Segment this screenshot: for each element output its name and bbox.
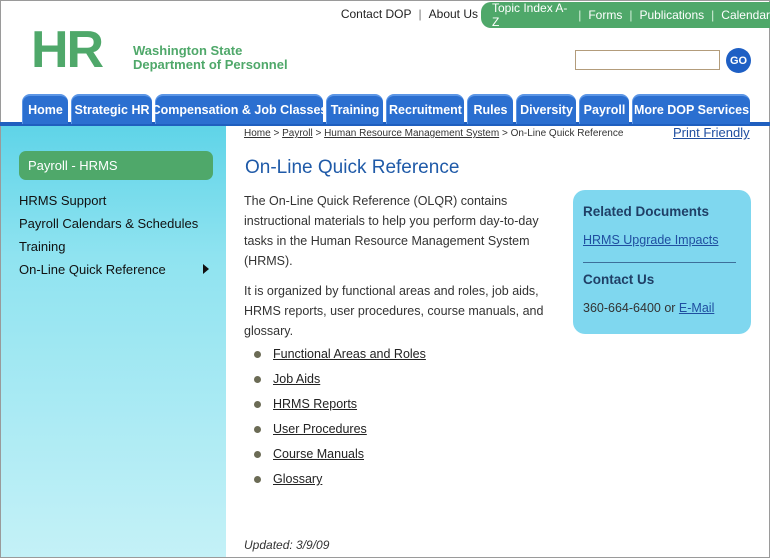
contact-phone: 360-664-6400 or	[583, 301, 676, 315]
main-nav: Home Strategic HR Compensation & Job Cla…	[0, 92, 770, 126]
contact-us-heading: Contact Us	[583, 272, 655, 287]
search-input[interactable]	[575, 50, 720, 70]
sidebar-item-olqr[interactable]: On-Line Quick Reference	[19, 262, 166, 277]
breadcrumb-home[interactable]: Home	[244, 128, 271, 139]
list-item: Course Manuals	[254, 444, 484, 464]
divider	[583, 262, 736, 263]
glossary-link[interactable]: Glossary	[273, 472, 322, 486]
list-item: HRMS Reports	[254, 394, 484, 414]
contact-info: 360-664-6400 or E-Mail	[583, 301, 714, 315]
breadcrumb-sep: >	[273, 128, 280, 139]
breadcrumb-payroll[interactable]: Payroll	[282, 128, 313, 139]
print-friendly-link[interactable]: Print Friendly	[673, 125, 750, 140]
sidebar-item-hrms-support[interactable]: HRMS Support	[19, 193, 106, 208]
separator: |	[578, 8, 582, 22]
about-us-link[interactable]: About Us	[429, 7, 478, 21]
nav-tab-payroll[interactable]: Payroll	[579, 94, 629, 124]
logo-text: Washington State Department of Personnel	[133, 44, 288, 72]
bullet-icon	[254, 375, 261, 383]
organization-paragraph: It is organized by functional areas and …	[244, 284, 544, 338]
hrms-upgrade-impacts-link[interactable]: HRMS Upgrade Impacts	[583, 233, 718, 247]
list-item: Job Aids	[254, 369, 484, 389]
contact-dop-link[interactable]: Contact DOP	[341, 7, 412, 21]
sidebar-heading-payroll-hrms[interactable]: Payroll - HRMS	[19, 151, 213, 180]
intro-paragraph: The On-Line Quick Reference (OLQR) conta…	[244, 194, 539, 268]
logo-line-1: Washington State	[133, 43, 243, 58]
bullet-icon	[254, 350, 261, 358]
arrow-right-icon	[203, 264, 209, 274]
page-title: On-Line Quick Reference	[245, 157, 460, 178]
breadcrumb: Home > Payroll > Human Resource Manageme…	[244, 128, 623, 139]
hr-logo[interactable]: HR Washington State Department of Person…	[31, 21, 291, 80]
course-manuals-link[interactable]: Course Manuals	[273, 447, 364, 461]
list-item: Glossary	[254, 469, 484, 489]
breadcrumb-sep: >	[501, 128, 508, 139]
nav-tab-compensation[interactable]: Compensation & Job Classes	[152, 94, 327, 124]
sidebar-item-training[interactable]: Training	[19, 239, 65, 254]
publications-link[interactable]: Publications	[639, 8, 704, 22]
search-go-button[interactable]: GO	[726, 48, 751, 73]
bullet-icon	[254, 425, 261, 433]
separator: |	[418, 7, 422, 21]
email-link[interactable]: E-Mail	[679, 301, 714, 315]
separator: |	[629, 8, 633, 22]
nav-tab-strategic-hr[interactable]: Strategic HR	[71, 94, 152, 124]
logo-mark: HR	[31, 21, 104, 79]
nav-tab-rules[interactable]: Rules	[467, 94, 513, 124]
logo-line-2: Department of Personnel	[133, 57, 288, 72]
bullet-icon	[254, 450, 261, 458]
nav-tab-more-services[interactable]: More DOP Services	[632, 94, 750, 124]
list-item: Functional Areas and Roles	[254, 344, 484, 364]
bullet-icon	[254, 475, 261, 483]
hrms-reports-link[interactable]: HRMS Reports	[273, 397, 357, 411]
updated-date: Updated: 3/9/09	[244, 538, 330, 552]
nav-tab-recruitment[interactable]: Recruitment	[386, 94, 464, 124]
sidebar-item-payroll-calendars[interactable]: Payroll Calendars & Schedules	[19, 216, 198, 231]
breadcrumb-hrms[interactable]: Human Resource Management System	[324, 128, 499, 139]
utility-nav-left: Contact DOP | About Us	[341, 7, 478, 21]
bullet-icon	[254, 400, 261, 408]
breadcrumb-current: On-Line Quick Reference	[510, 128, 624, 139]
separator: |	[711, 8, 715, 22]
sidebar: Payroll - HRMS HRMS Support Payroll Cale…	[1, 126, 226, 557]
topic-index-link[interactable]: Topic Index A-Z	[492, 1, 571, 29]
nav-tab-home[interactable]: Home	[22, 94, 68, 124]
list-item: User Procedures	[254, 419, 484, 439]
related-documents-box: Related Documents HRMS Upgrade Impacts C…	[573, 190, 751, 334]
nav-tab-diversity[interactable]: Diversity	[516, 94, 576, 124]
calendar-link[interactable]: Calendar	[721, 8, 770, 22]
related-documents-heading: Related Documents	[583, 204, 710, 219]
forms-link[interactable]: Forms	[588, 8, 622, 22]
breadcrumb-sep: >	[315, 128, 322, 139]
user-procedures-link[interactable]: User Procedures	[273, 422, 367, 436]
nav-tab-training[interactable]: Training	[326, 94, 383, 124]
utility-nav-right: Topic Index A-Z | Forms | Publications |…	[481, 1, 770, 29]
job-aids-link[interactable]: Job Aids	[273, 372, 320, 386]
functional-areas-link[interactable]: Functional Areas and Roles	[273, 347, 426, 361]
